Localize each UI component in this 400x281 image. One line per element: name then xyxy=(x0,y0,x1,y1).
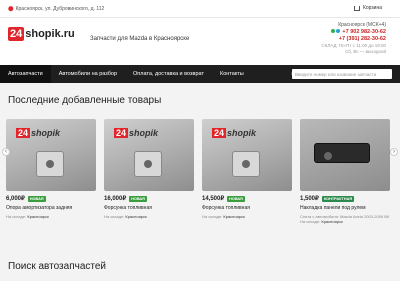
status-badge: НОВАЯ xyxy=(227,195,245,202)
location-label: На складе: xyxy=(104,214,125,219)
product-details: Снята с автомобиля: Mazda Axela 2003-200… xyxy=(300,214,390,224)
banner-logo: 24 shopik xyxy=(16,127,60,139)
main-nav: Автозапчасти Автомобили на разбор Оплата… xyxy=(0,65,400,83)
address: ⬤ Красноярск, ул. Дубровинского, д. 112 xyxy=(8,6,104,12)
banner-logo: 24 shopik xyxy=(114,127,158,139)
product-price: 14,500₽ xyxy=(202,196,225,202)
product-name[interactable]: Форсунка топливная xyxy=(104,205,194,211)
banner-num: 24 xyxy=(212,128,227,138)
hours-weekdays: СКЛАД: Пн-Пт с 11:00 до 19:00 xyxy=(321,43,386,48)
nav-item-cars[interactable]: Автомобили на разбор xyxy=(51,65,125,83)
latest-products-title: Последние добавленные товары xyxy=(8,95,162,106)
part-image xyxy=(314,143,370,163)
contacts: Красноярск (МСК+4) +7 902 982-30-62 +7 (… xyxy=(321,22,386,54)
product-card[interactable]: 24 shopik 16,000₽ НОВАЯ Форсунка топливная… xyxy=(104,119,194,244)
product-photo[interactable] xyxy=(300,119,390,191)
location-label: На складе: xyxy=(202,214,223,219)
status-badge: КОНТРАКТНАЯ xyxy=(321,195,355,202)
banner-text: shopik xyxy=(227,128,257,138)
phone-mobile[interactable]: +7 902 982-30-62 xyxy=(342,29,386,35)
banner-logo: 24 shopik xyxy=(212,127,256,139)
location-value: Красноярск xyxy=(223,214,245,219)
status-badge: НОВАЯ xyxy=(27,195,46,202)
address-text: Красноярск, ул. Дубровинского, д. 112 xyxy=(15,6,105,12)
tagline: Запчасти для Mazda в Красноярске xyxy=(90,36,190,42)
nav-item-contacts[interactable]: Контакты xyxy=(212,65,252,83)
part-image xyxy=(232,151,260,177)
product-price: 16,000₽ xyxy=(104,196,127,202)
logo-text: shopik.ru xyxy=(25,28,75,40)
cart-icon xyxy=(353,5,360,11)
product-card[interactable]: 1,500₽ КОНТРАКТНАЯ Накладка панели под ру… xyxy=(300,119,390,244)
product-name[interactable]: Накладка панели под рулем xyxy=(300,205,390,211)
location-value: Красноярск xyxy=(125,214,147,219)
product-price: 1,500₽ xyxy=(300,196,319,202)
logo-number: 24 xyxy=(8,27,25,41)
banner-text: shopik xyxy=(31,128,61,138)
product-photo[interactable]: 24 shopik xyxy=(6,119,96,191)
cart-link[interactable]: Корзина xyxy=(353,5,382,11)
part-image xyxy=(134,151,162,177)
location-value: Красноярск xyxy=(27,214,49,219)
carousel-prev-arrow-icon[interactable]: ‹ xyxy=(2,148,10,156)
city: Красноярск (МСК+4) xyxy=(338,22,386,28)
product-card[interactable]: 24 shopik 14,500₽ НОВАЯ Форсунка топливная… xyxy=(202,119,292,244)
banner-num: 24 xyxy=(16,128,31,138)
phone-landline[interactable]: +7 (391) 282-30-62 xyxy=(321,36,386,43)
carousel-next-arrow-icon[interactable]: › xyxy=(390,148,398,156)
location-label: На складе: xyxy=(6,214,27,219)
product-name[interactable]: Форсунка топливная xyxy=(202,205,292,211)
search-parts-title: Поиск автозапчастей xyxy=(8,261,107,272)
location-value: Красноярск xyxy=(321,219,343,224)
products-carousel: 24 shopik 6,000₽ НОВАЯ Опора амортизатора … xyxy=(6,119,396,244)
status-badge: НОВАЯ xyxy=(129,195,147,202)
top-bar: ⬤ Красноярск, ул. Дубровинского, д. 112 … xyxy=(0,0,400,18)
nav-item-delivery[interactable]: Оплата, доставка и возврат xyxy=(125,65,212,83)
whatsapp-icon[interactable] xyxy=(331,29,336,33)
product-photo[interactable]: 24 shopik xyxy=(202,119,292,191)
product-location: На складе: Красноярск xyxy=(104,214,147,219)
product-location: На складе: Красноярск xyxy=(202,214,245,219)
telegram-icon[interactable] xyxy=(336,29,341,33)
header: 24 shopik.ru Запчасти для Mazda в Красно… xyxy=(0,18,400,65)
location-pin-icon: ⬤ xyxy=(8,6,14,12)
part-image xyxy=(36,151,64,177)
product-location: На складе: Красноярск xyxy=(6,214,49,219)
product-card[interactable]: 24 shopik 6,000₽ НОВАЯ Опора амортизатора … xyxy=(6,119,96,244)
product-photo[interactable]: 24 shopik xyxy=(104,119,194,191)
logo[interactable]: 24 shopik.ru xyxy=(8,27,75,41)
hours-weekend: Сб, Вс — выходной xyxy=(345,48,386,54)
banner-num: 24 xyxy=(114,128,129,138)
location-label: На складе: xyxy=(300,219,321,224)
search-input[interactable]: Введите номер или название запчасти xyxy=(292,69,392,79)
product-name[interactable]: Опора амортизатора задняя xyxy=(6,205,96,211)
nav-item-autoparts[interactable]: Автозапчасти xyxy=(0,65,51,83)
banner-text: shopik xyxy=(129,128,159,138)
cart-label: Корзина xyxy=(362,5,382,11)
product-price: 6,000₽ xyxy=(6,196,25,202)
